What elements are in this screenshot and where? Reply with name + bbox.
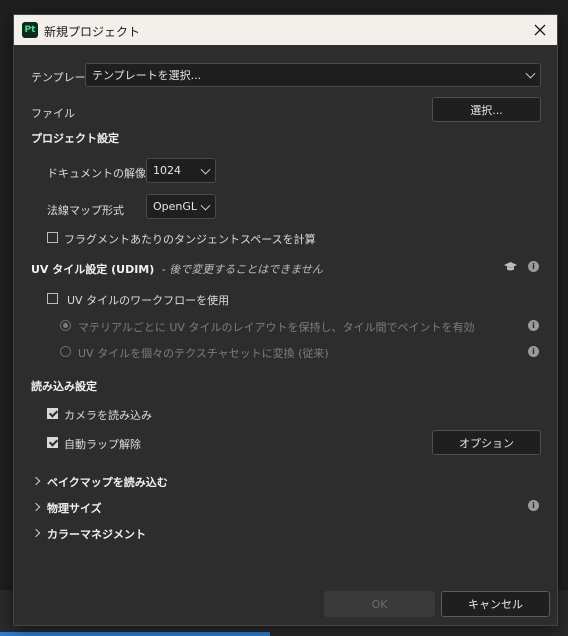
unwrap-options-button-label: オプション xyxy=(459,436,514,450)
chevron-right-icon[interactable] xyxy=(31,528,41,538)
physical-size-info-icon[interactable]: i xyxy=(528,500,539,511)
normal-map-dropdown[interactable]: OpenGL xyxy=(146,194,216,219)
close-icon xyxy=(534,24,546,36)
uv-settings-header-row: UV タイル設定 (UDIM) - 後で変更することはできません xyxy=(31,261,323,277)
uv-settings-note: - 後で変更することはできません xyxy=(161,263,323,276)
cancel-button[interactable]: キャンセル xyxy=(441,591,550,617)
chevron-down-icon xyxy=(200,200,211,211)
section-bake-maps[interactable]: ベイクマップを読み込む xyxy=(47,474,168,490)
uv-settings-header: UV タイル設定 (UDIM) xyxy=(31,263,155,276)
project-settings-header: プロジェクト設定 xyxy=(31,132,119,145)
uv-option-preserve-radio[interactable] xyxy=(60,320,71,331)
chevron-down-icon xyxy=(200,164,211,175)
uv-workflow-label: UV タイルのワークフローを使用 xyxy=(67,294,230,307)
uv-info-icon[interactable]: i xyxy=(528,261,539,272)
uv-option-convert-info-icon[interactable]: i xyxy=(528,346,539,357)
chevron-down-icon xyxy=(525,68,536,79)
file-select-button[interactable]: 選択... xyxy=(432,97,541,122)
uv-option-preserve-label: マテリアルごとに UV タイルのレイアウトを保持し、タイル間でペイントを有効 xyxy=(78,321,475,334)
auto-unwrap-checkbox[interactable] xyxy=(47,437,58,448)
resolution-dropdown-value: 1024 xyxy=(153,164,181,177)
import-camera-label: カメラを読み込み xyxy=(64,409,152,422)
template-dropdown-value: テンプレートを選択... xyxy=(92,69,202,82)
cancel-button-label: キャンセル xyxy=(468,598,523,611)
section-color-management[interactable]: カラーマネジメント xyxy=(47,526,146,542)
uv-workflow-checkbox[interactable] xyxy=(47,293,58,304)
import-camera-checkbox[interactable] xyxy=(47,408,58,419)
graduation-cap-icon[interactable] xyxy=(503,261,518,273)
auto-unwrap-label: 自動ラップ解除 xyxy=(64,438,141,451)
file-select-button-label: 選択... xyxy=(470,103,503,117)
normal-map-label: 法線マップ形式 xyxy=(47,204,124,217)
app-logo-icon: Pt xyxy=(22,22,38,38)
background-progress-bar xyxy=(0,632,270,636)
uv-option-preserve-info-icon[interactable]: i xyxy=(528,320,539,331)
new-project-dialog: Pt 新規プロジェクト テンプレート テンプレートを選択... ファイル 選択.… xyxy=(13,14,558,626)
section-physical-size[interactable]: 物理サイズ xyxy=(47,500,102,516)
close-button[interactable] xyxy=(529,20,551,40)
ok-button-label: OK xyxy=(371,597,388,611)
chevron-right-icon[interactable] xyxy=(31,476,41,486)
tangent-space-checkbox[interactable] xyxy=(47,232,58,243)
ok-button[interactable]: OK xyxy=(324,591,435,617)
resolution-label: ドキュメントの解像度 xyxy=(47,167,157,180)
normal-map-dropdown-value: OpenGL xyxy=(153,200,198,213)
tangent-space-label: フラグメントあたりのタンジェントスペースを計算 xyxy=(64,233,316,246)
chevron-right-icon[interactable] xyxy=(31,502,41,512)
file-label: ファイル xyxy=(31,107,75,120)
dialog-title: 新規プロジェクト xyxy=(44,25,141,39)
resolution-dropdown[interactable]: 1024 xyxy=(146,158,216,183)
template-dropdown[interactable]: テンプレートを選択... xyxy=(85,63,541,87)
import-settings-header: 読み込み設定 xyxy=(31,380,97,393)
uv-option-convert-radio[interactable] xyxy=(60,346,71,357)
title-bar: Pt 新規プロジェクト xyxy=(14,15,557,45)
unwrap-options-button[interactable]: オプション xyxy=(432,430,541,455)
uv-option-convert-label: UV タイルを個々のテクスチャセットに変換 (従来) xyxy=(78,347,329,360)
